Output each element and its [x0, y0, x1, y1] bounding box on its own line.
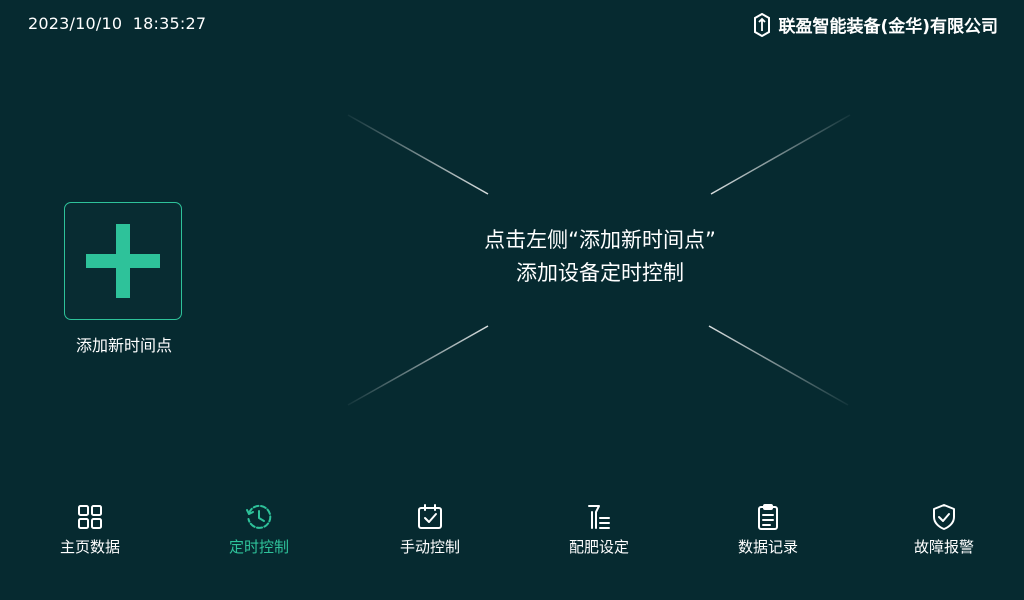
add-timepoint-button[interactable]: [64, 202, 182, 320]
timer-control-screen: 2023/10/10 18:35:27 联盈智能装备(金华)有限公司 添加新时间…: [0, 0, 1024, 600]
nav-item-manual-control[interactable]: 手动控制: [370, 500, 490, 564]
add-timepoint-label: 添加新时间点: [75, 336, 172, 355]
shield-check-icon: [933, 504, 955, 530]
company-logo-icon: [754, 12, 771, 37]
empty-state-hint: 点击左侧“添加新时间点” 添加设备定时控制: [400, 224, 800, 290]
nav-label: 主页数据: [59, 538, 120, 556]
nav-item-timer-control[interactable]: 定时控制: [199, 500, 319, 564]
company-brand: 联盈智能装备(金华)有限公司: [753, 12, 998, 37]
nav-label: 故障报警: [913, 538, 974, 556]
nav-label: 定时控制: [228, 538, 289, 556]
clock-icon: [246, 504, 272, 529]
decor-line-bottom-right: [708, 325, 849, 406]
clipboard-icon: [758, 504, 778, 530]
nav-label: 手动控制: [399, 538, 460, 556]
fertilizer-icon: [588, 505, 610, 529]
plus-icon: [86, 224, 160, 298]
nav-item-fault-alarm[interactable]: 故障报警: [884, 500, 1004, 564]
nav-label: 数据记录: [737, 538, 798, 556]
bottom-navigation: 主页数据 定时控制 手动控制 配肥设定 数据记录 故障报警: [0, 500, 1024, 570]
nav-label: 配肥设定: [568, 538, 629, 556]
decor-line-top-right: [710, 114, 851, 195]
hint-line-2: 添加设备定时控制: [516, 261, 684, 285]
decor-line-top-left: [347, 114, 489, 195]
datetime-display: 2023/10/10 18:35:27: [28, 14, 207, 33]
nav-item-data-records[interactable]: 数据记录: [708, 500, 828, 564]
company-name: 联盈智能装备(金华)有限公司: [778, 17, 998, 37]
hint-line-1: 点击左侧“添加新时间点”: [484, 228, 716, 252]
nav-item-home-data[interactable]: 主页数据: [30, 500, 150, 564]
nav-item-fertilizer-settings[interactable]: 配肥设定: [539, 500, 659, 564]
calendar-check-icon: [418, 504, 442, 529]
grid-icon: [78, 505, 102, 529]
decor-line-bottom-left: [347, 325, 489, 406]
